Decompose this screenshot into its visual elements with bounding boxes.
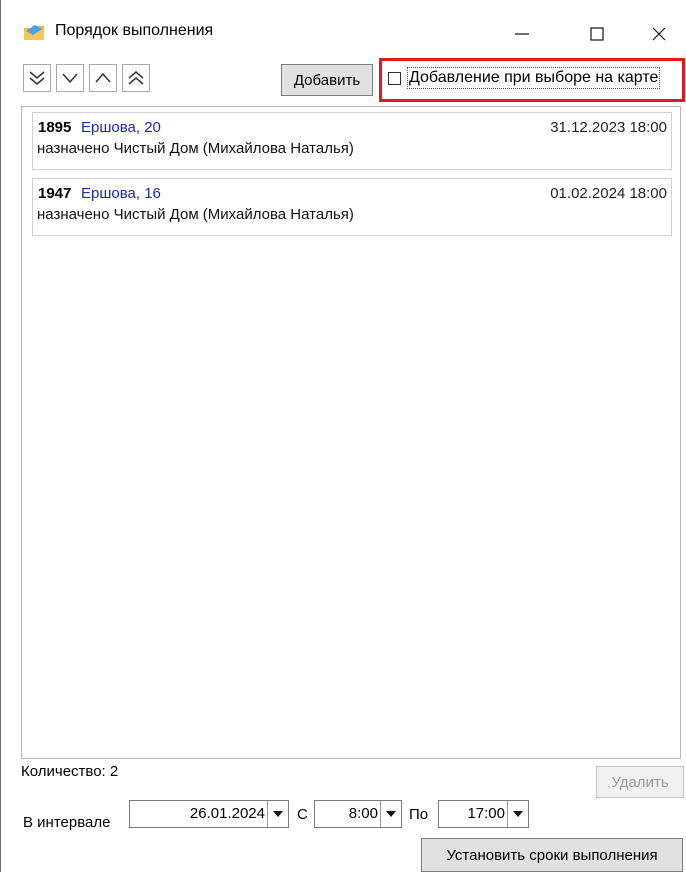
maximize-icon [590, 27, 604, 41]
to-time-select[interactable]: 17:00 [438, 800, 529, 828]
chevron-down-icon [513, 811, 523, 817]
move-to-bottom-button[interactable] [23, 64, 51, 92]
to-time-dropdown-button[interactable] [507, 801, 528, 827]
add-button[interactable]: Добавить [281, 64, 373, 96]
delete-button[interactable]: Удалить [596, 766, 684, 798]
item-count: Количество: 2 [21, 763, 119, 780]
item-number: 1947 [38, 185, 72, 202]
item-description: назначено Чистый Дом (Михайлова Наталья) [37, 206, 354, 223]
order-window: Порядок выполнения Добавить Добавление п… [0, 0, 686, 872]
title-bar: Порядок выполнения [1, 0, 686, 62]
move-up-button[interactable] [89, 64, 117, 92]
item-number: 1895 [38, 119, 72, 136]
date-value: 26.01.2024 [189, 805, 265, 822]
folder-app-icon [24, 25, 44, 40]
order-list: 1895 Ершова, 20 31.12.2023 18:00 назначе… [21, 106, 681, 759]
move-up-icon [95, 72, 111, 83]
to-label: По [409, 806, 429, 823]
minimize-icon [515, 33, 529, 35]
from-label: С [297, 806, 308, 823]
item-address-link[interactable]: Ершова, 20 [81, 119, 161, 136]
move-down-button[interactable] [56, 64, 84, 92]
item-description: назначено Чистый Дом (Михайлова Наталья) [37, 140, 354, 157]
maximize-button[interactable] [573, 10, 621, 58]
add-on-map-select-checkbox[interactable] [388, 72, 401, 85]
move-to-bottom-icon [29, 71, 45, 85]
date-dropdown-button[interactable] [267, 801, 288, 827]
list-item[interactable]: 1947 Ершова, 16 01.02.2024 18:00 назначе… [32, 178, 672, 236]
chevron-down-icon [273, 811, 283, 817]
minimize-button[interactable] [498, 10, 546, 58]
close-icon [652, 27, 666, 41]
to-time-value: 17:00 [467, 805, 505, 822]
date-picker[interactable]: 26.01.2024 [129, 800, 289, 828]
move-down-icon [62, 73, 78, 84]
interval-label: В интервале [23, 814, 111, 831]
from-time-select[interactable]: 8:00 [314, 800, 402, 828]
move-to-top-icon [128, 71, 144, 85]
list-item[interactable]: 1895 Ершова, 20 31.12.2023 18:00 назначе… [32, 112, 672, 170]
chevron-down-icon [386, 811, 396, 817]
item-date: 01.02.2024 18:00 [550, 185, 667, 202]
move-to-top-button[interactable] [122, 64, 150, 92]
window-title: Порядок выполнения [55, 22, 214, 39]
close-button[interactable] [635, 10, 683, 58]
add-on-map-select-label[interactable]: Добавление при выборе на карте [407, 67, 661, 89]
from-time-value: 8:00 [348, 805, 378, 822]
item-date: 31.12.2023 18:00 [550, 119, 667, 136]
item-address-link[interactable]: Ершова, 16 [81, 185, 161, 202]
set-deadlines-button[interactable]: Установить сроки выполнения [421, 838, 683, 872]
from-time-dropdown-button[interactable] [380, 801, 401, 827]
